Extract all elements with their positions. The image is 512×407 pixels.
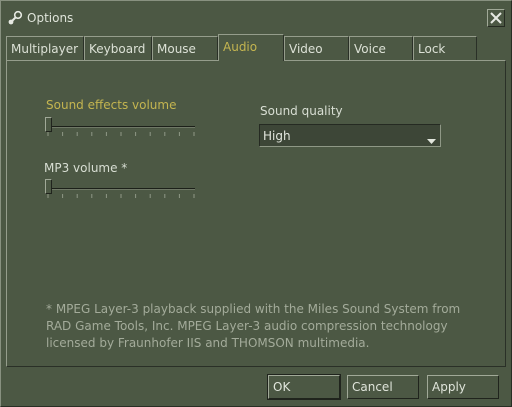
- close-button[interactable]: [487, 9, 505, 27]
- mp3-volume-slider[interactable]: [45, 179, 197, 201]
- mp3-license-footnote: * MPEG Layer-3 playback supplied with th…: [46, 302, 461, 350]
- title-bar[interactable]: Options: [1, 1, 511, 35]
- tab-voice[interactable]: Voice: [349, 36, 413, 60]
- window-title: Options: [27, 11, 74, 25]
- tab-mouse[interactable]: Mouse: [152, 36, 218, 60]
- tab-audio[interactable]: Audio: [218, 34, 284, 61]
- options-window: Options Multiplayer Keyboard Mouse Audio…: [0, 0, 512, 407]
- apply-button[interactable]: Apply: [427, 375, 499, 399]
- sound-quality-value: High: [263, 129, 291, 143]
- sound-quality-label: Sound quality: [260, 104, 343, 118]
- steam-icon: [7, 10, 23, 26]
- sound-quality-dropdown[interactable]: High: [259, 124, 441, 147]
- close-icon: [490, 12, 502, 24]
- slider-ticks: [47, 194, 195, 198]
- chevron-down-icon: [427, 133, 436, 147]
- ok-button[interactable]: OK: [267, 374, 341, 400]
- tab-multiplayer[interactable]: Multiplayer: [6, 36, 84, 60]
- sound-effects-slider[interactable]: [45, 117, 197, 139]
- slider-thumb[interactable]: [45, 117, 52, 132]
- sound-effects-label: Sound effects volume: [46, 98, 177, 112]
- slider-ticks: [47, 132, 195, 136]
- mp3-volume-label: MP3 volume *: [44, 161, 128, 175]
- tab-video[interactable]: Video: [284, 36, 349, 60]
- tab-keyboard[interactable]: Keyboard: [84, 36, 152, 60]
- cancel-button[interactable]: Cancel: [347, 375, 419, 399]
- tab-lock[interactable]: Lock: [413, 36, 477, 60]
- slider-track: [47, 126, 195, 128]
- slider-thumb[interactable]: [45, 179, 52, 194]
- slider-track: [47, 188, 195, 190]
